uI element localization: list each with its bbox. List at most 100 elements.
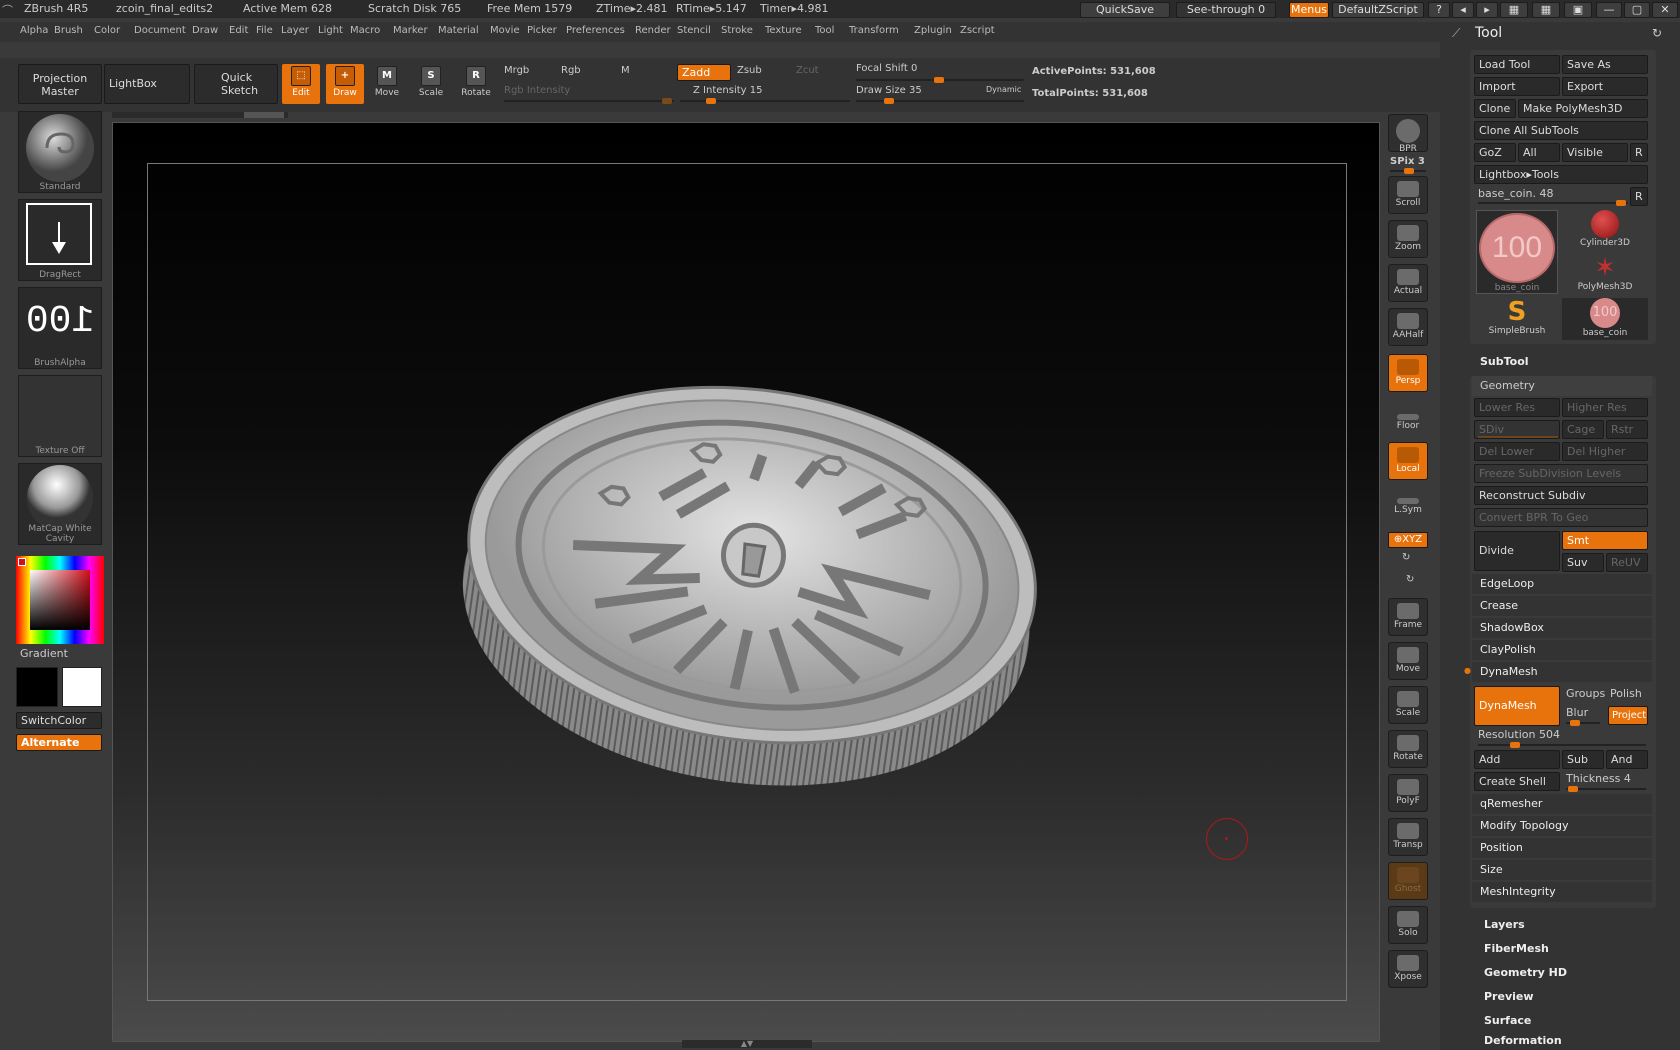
menu-color[interactable]: Color: [94, 25, 120, 36]
load-tool-button[interactable]: Load Tool: [1474, 55, 1560, 74]
coin-model[interactable]: [440, 360, 1060, 800]
surface-section[interactable]: Surface: [1472, 1011, 1652, 1031]
alternate-button[interactable]: Alternate: [16, 734, 102, 751]
z-intensity-track[interactable]: [680, 98, 850, 104]
sdiv-track[interactable]: [1478, 436, 1558, 438]
menu-render[interactable]: Render: [635, 25, 671, 36]
local-button[interactable]: Local: [1388, 442, 1428, 480]
thickness-track[interactable]: [1566, 786, 1646, 792]
draw-mode-button[interactable]: + Draw: [326, 64, 364, 104]
goz-all-button[interactable]: All: [1518, 143, 1560, 162]
move-mode-button[interactable]: M Move: [368, 64, 406, 104]
import-button[interactable]: Import: [1474, 77, 1560, 96]
layout-prev-icon[interactable]: ◂: [1452, 2, 1474, 18]
tool-thumb-simplebrush[interactable]: S SimpleBrush: [1476, 298, 1558, 340]
export-button[interactable]: Export: [1562, 77, 1648, 96]
preview-section[interactable]: Preview: [1472, 987, 1652, 1007]
dynamesh-section[interactable]: DynaMesh: [1472, 662, 1652, 682]
tool-thumb-polymesh3d[interactable]: ✶ PolyMesh3D: [1562, 254, 1648, 296]
tool-r-button[interactable]: R: [1630, 187, 1648, 206]
canvas-scrollbar-thumb[interactable]: [244, 112, 284, 118]
edit-mode-button[interactable]: ⬚ Edit: [282, 64, 320, 104]
lightbox-button[interactable]: LightBox: [104, 64, 190, 104]
z-intensity-slider[interactable]: Z Intensity 15: [693, 85, 762, 96]
persp-button[interactable]: Persp: [1388, 354, 1428, 392]
subtool-section[interactable]: SubTool: [1472, 352, 1652, 372]
deformation-section[interactable]: Deformation: [1472, 1032, 1652, 1050]
menu-alpha[interactable]: Alpha: [20, 25, 48, 36]
higher-res-button[interactable]: Higher Res: [1562, 398, 1648, 417]
frame-button[interactable]: Frame: [1388, 598, 1428, 636]
brush-thumbnail[interactable]: Standard: [18, 111, 102, 193]
menu-edit[interactable]: Edit: [229, 25, 248, 36]
edgeloop-section[interactable]: EdgeLoop: [1472, 574, 1652, 594]
ui-layout-2-icon[interactable]: ▦: [1532, 2, 1560, 18]
menu-light[interactable]: Light: [318, 25, 343, 36]
zoom-button[interactable]: Zoom: [1388, 220, 1428, 258]
main-color-swatch[interactable]: [16, 667, 58, 707]
dynamesh-and-button[interactable]: And: [1606, 750, 1648, 769]
layers-section[interactable]: Layers: [1472, 915, 1652, 935]
goz-button[interactable]: GoZ: [1474, 143, 1516, 162]
polish-toggle[interactable]: Polish: [1610, 687, 1642, 700]
scroll-button[interactable]: Scroll: [1388, 176, 1428, 214]
stroke-thumbnail[interactable]: DragRect: [18, 199, 102, 281]
m-button[interactable]: M: [621, 65, 630, 76]
floor-button[interactable]: Floor: [1388, 402, 1428, 440]
gradient-label[interactable]: Gradient: [20, 647, 68, 660]
menu-stroke[interactable]: Stroke: [721, 25, 753, 36]
scale-mode-button[interactable]: S Scale: [412, 64, 450, 104]
rotate-mode-button[interactable]: R Rotate: [457, 64, 495, 104]
freeze-subdivision-button[interactable]: Freeze SubDivision Levels: [1474, 464, 1648, 483]
ghost-button[interactable]: Ghost: [1388, 862, 1428, 900]
canvas-scrollbar-track[interactable]: [112, 112, 288, 118]
size-section[interactable]: Size: [1472, 860, 1652, 880]
blur-track[interactable]: [1566, 720, 1600, 726]
menu-stencil[interactable]: Stencil: [677, 25, 711, 36]
geometry-section[interactable]: Geometry: [1472, 376, 1652, 396]
projection-master-button[interactable]: Projection Master: [18, 64, 102, 104]
current-tool-track[interactable]: [1478, 200, 1628, 206]
maximize-icon[interactable]: ▢: [1624, 2, 1650, 18]
help-icon[interactable]: ?: [1428, 2, 1450, 18]
convert-bpr-button[interactable]: Convert BPR To Geo: [1474, 508, 1648, 527]
resolution-track[interactable]: [1478, 742, 1646, 748]
quicksave-button[interactable]: QuickSave: [1080, 2, 1170, 18]
scale-view-button[interactable]: Scale: [1388, 686, 1428, 724]
lock-icon[interactable]: ▣: [1564, 2, 1592, 18]
switchcolor-button[interactable]: SwitchColor: [16, 712, 102, 729]
goz-r-button[interactable]: R: [1630, 143, 1648, 162]
goz-visible-button[interactable]: Visible: [1562, 143, 1628, 162]
menu-zscript[interactable]: Zscript: [960, 25, 995, 36]
lightbox-tools-button[interactable]: Lightbox▸Tools: [1474, 165, 1648, 184]
geometry-hd-section[interactable]: Geometry HD: [1472, 963, 1652, 983]
focal-shift-track[interactable]: [856, 77, 1024, 83]
save-as-button[interactable]: Save As: [1562, 55, 1648, 74]
dynamesh-add-button[interactable]: Add: [1474, 750, 1560, 769]
tool-thumb-base-coin[interactable]: 100 base_coin: [1476, 210, 1558, 294]
del-higher-button[interactable]: Del Higher: [1562, 442, 1648, 461]
reuv-button[interactable]: ReUV: [1606, 553, 1648, 572]
meshintegrity-section[interactable]: MeshIntegrity: [1472, 882, 1652, 902]
menu-texture[interactable]: Texture: [765, 25, 802, 36]
claypolish-section[interactable]: ClayPolish: [1472, 640, 1652, 660]
menu-document[interactable]: Document: [134, 25, 186, 36]
make-polymesh3d-button[interactable]: Make PolyMesh3D: [1518, 99, 1648, 118]
menu-zplugin[interactable]: Zplugin: [914, 25, 952, 36]
thickness-slider[interactable]: Thickness 4: [1566, 772, 1631, 785]
divide-button[interactable]: Divide: [1474, 531, 1560, 571]
layout-next-icon[interactable]: ▸: [1476, 2, 1498, 18]
color-picker[interactable]: [16, 556, 104, 644]
cage-button[interactable]: Cage: [1562, 420, 1604, 439]
lsym-button[interactable]: L.Sym: [1388, 488, 1428, 526]
groups-toggle[interactable]: Groups: [1566, 687, 1605, 700]
resolution-slider[interactable]: Resolution 504: [1478, 728, 1560, 741]
menu-brush[interactable]: Brush: [54, 25, 83, 36]
rgb-button[interactable]: Rgb: [561, 65, 581, 76]
menu-tool[interactable]: Tool: [815, 25, 834, 36]
mrgb-button[interactable]: Mrgb: [504, 65, 529, 76]
color-picker-square[interactable]: [30, 570, 90, 630]
menu-layer[interactable]: Layer: [281, 25, 309, 36]
create-shell-button[interactable]: Create Shell: [1474, 772, 1560, 791]
smt-toggle[interactable]: Smt: [1562, 531, 1648, 550]
